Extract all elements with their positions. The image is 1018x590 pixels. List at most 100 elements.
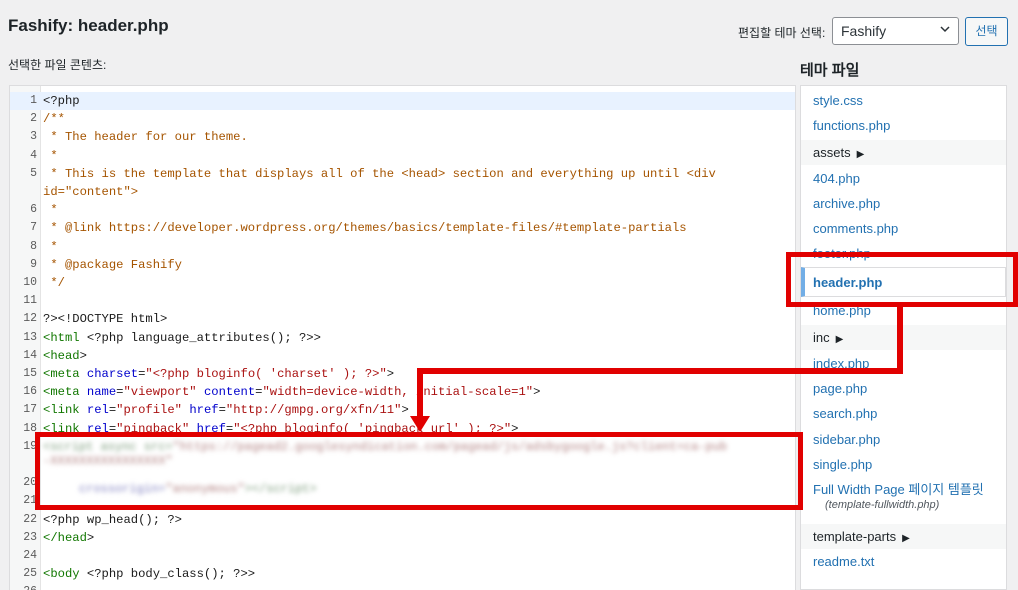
line-number: 4 [30,148,37,162]
code-text: <?php [43,94,80,108]
selected-file-label: 선택한 파일 콘텐츠: [8,58,107,72]
arrow-line-vertical-right [897,304,903,374]
folder-item[interactable]: assets ▶ [801,140,1006,165]
code-line[interactable]: 25 <body <?php body_class(); ?>> [10,565,795,583]
line-number: 21 [23,494,37,508]
code-line[interactable]: id="content"> [10,183,795,201]
file-item[interactable]: readme.txt [801,549,1006,574]
file-item[interactable]: functions.php [801,113,1006,138]
chevron-down-icon [940,26,950,33]
line-number: 25 [23,567,37,581]
file-item[interactable]: single.php [801,452,1006,477]
file-item[interactable]: search.php [801,401,1006,426]
code-line[interactable]: 24 [10,547,795,565]
file-item-label: functions.php [813,118,891,133]
file-item-label: archive.php [813,196,881,211]
code-text: <meta name="viewport" content="width=dev… [43,385,541,400]
file-item-subtitle: (template-fullwidth.php) [825,499,940,511]
file-item-label: assets [813,145,851,160]
code-line[interactable]: 6 * [10,201,795,219]
code-text: </head> [43,530,95,545]
code-line[interactable]: 13 <html <?php language_attributes(); ?>> [10,329,795,347]
code-line[interactable]: 26 [10,583,795,590]
file-item[interactable]: Full Width Page 페이지 템플릿 (template-fullwid… [801,477,1006,521]
code-text: * This is the template that displays all… [43,166,716,181]
code-text: * The header for our theme. [43,130,248,145]
file-item[interactable]: style.css [801,88,1006,113]
code-text: /** [43,112,65,127]
folder-item[interactable]: template-parts ▶ [801,524,1006,549]
file-item[interactable]: archive.php [801,191,1006,216]
line-number: 16 [23,385,37,399]
code-line[interactable]: 23 </head> [10,529,795,547]
line-number: 9 [30,257,37,271]
line-number: 2 [30,112,37,126]
code-text: <html <?php language_attributes(); ?>> [43,330,321,345]
code-text: * @package Fashify [43,257,182,272]
file-item-label: single.php [813,457,873,472]
code-line[interactable]: 1 <?php [10,92,795,110]
code-line[interactable]: 5 * This is the template that displays a… [10,165,795,183]
code-line[interactable]: 16 <meta name="viewport" content="width=d… [10,383,795,401]
code-text: * [43,203,58,218]
code-text: * @link https://developer.wordpress.org/… [43,221,687,236]
line-number: 15 [23,367,37,380]
line-number: 22 [23,512,37,526]
code-line[interactable]: 12 ?><!DOCTYPE html> [10,310,795,328]
code-line[interactable]: 7 * @link https://developer.wordpress.or… [10,219,795,237]
code-line[interactable]: 9 * @package Fashify [10,256,795,274]
line-number: 5 [30,166,37,180]
file-item[interactable]: page.php [801,376,1006,401]
line-number: 17 [23,403,37,417]
code-line[interactable]: 3 * The header for our theme. [10,128,795,146]
code-text: * [43,239,58,254]
code-line[interactable]: 14 <head> [10,347,795,365]
code-text: <head> [43,348,87,363]
folder-item[interactable]: inc ▶ [801,325,1006,350]
highlight-box-code-lines [35,432,803,510]
code-text: ?><!DOCTYPE html> [43,312,168,327]
line-number: 12 [23,312,37,326]
line-number: 24 [23,549,37,562]
caret-right-icon: ▶ [856,149,865,160]
file-item-label: template-parts [813,529,897,544]
code-line[interactable]: 2 /** [10,110,795,128]
select-theme-button[interactable]: 선택 [965,17,1008,46]
caret-right-icon: ▶ [835,334,844,345]
code-line[interactable]: 17 <link rel="profile" href="http://gmpg.… [10,401,795,419]
theme-files-title: 테마 파일 [800,62,860,79]
code-line[interactable]: 4 * [10,147,795,165]
arrow-line-horizontal [417,368,903,374]
theme-select-value: Fashify [841,23,887,39]
file-item[interactable]: sidebar.php [801,427,1006,452]
file-item[interactable]: comments.php [801,216,1006,241]
file-item-label: style.css [813,93,863,108]
theme-select-label: 편집할 테마 선택: [738,26,826,40]
highlight-box-header-php [786,252,1018,307]
file-item-label: sidebar.php [813,432,881,447]
code-text: */ [43,276,65,290]
code-line[interactable]: 8 * [10,238,795,256]
code-text: <link rel="profile" href="http://gmpg.or… [43,403,409,418]
line-number: 14 [23,348,37,362]
line-number: 19 [23,439,37,453]
line-number: 13 [23,330,37,344]
arrow-head [410,416,430,432]
file-item[interactable]: 404.php [801,166,1006,191]
code-line[interactable]: 10 */ [10,274,795,292]
arrow-line-vertical-left [417,368,423,416]
code-line[interactable]: 22 <?php wp_head(); ?> [10,511,795,529]
code-editor[interactable]: 1 <?php 2/** 3 * The header for our theme. 4… [9,85,796,590]
file-item-label: search.php [813,406,878,421]
theme-select-dropdown[interactable]: Fashify [832,17,959,45]
code-text: * [43,148,58,163]
code-line[interactable]: 11 [10,292,795,310]
code-text: <?php wp_head(); ?> [43,512,182,527]
file-item-label: Full Width Page 페이지 템플릿 [813,482,984,497]
caret-right-icon: ▶ [902,533,910,544]
line-number: 3 [30,130,37,144]
file-item-label: inc [813,330,830,345]
file-item-label: comments.php [813,221,899,236]
line-number: 8 [30,239,37,253]
line-number: 23 [23,530,37,544]
